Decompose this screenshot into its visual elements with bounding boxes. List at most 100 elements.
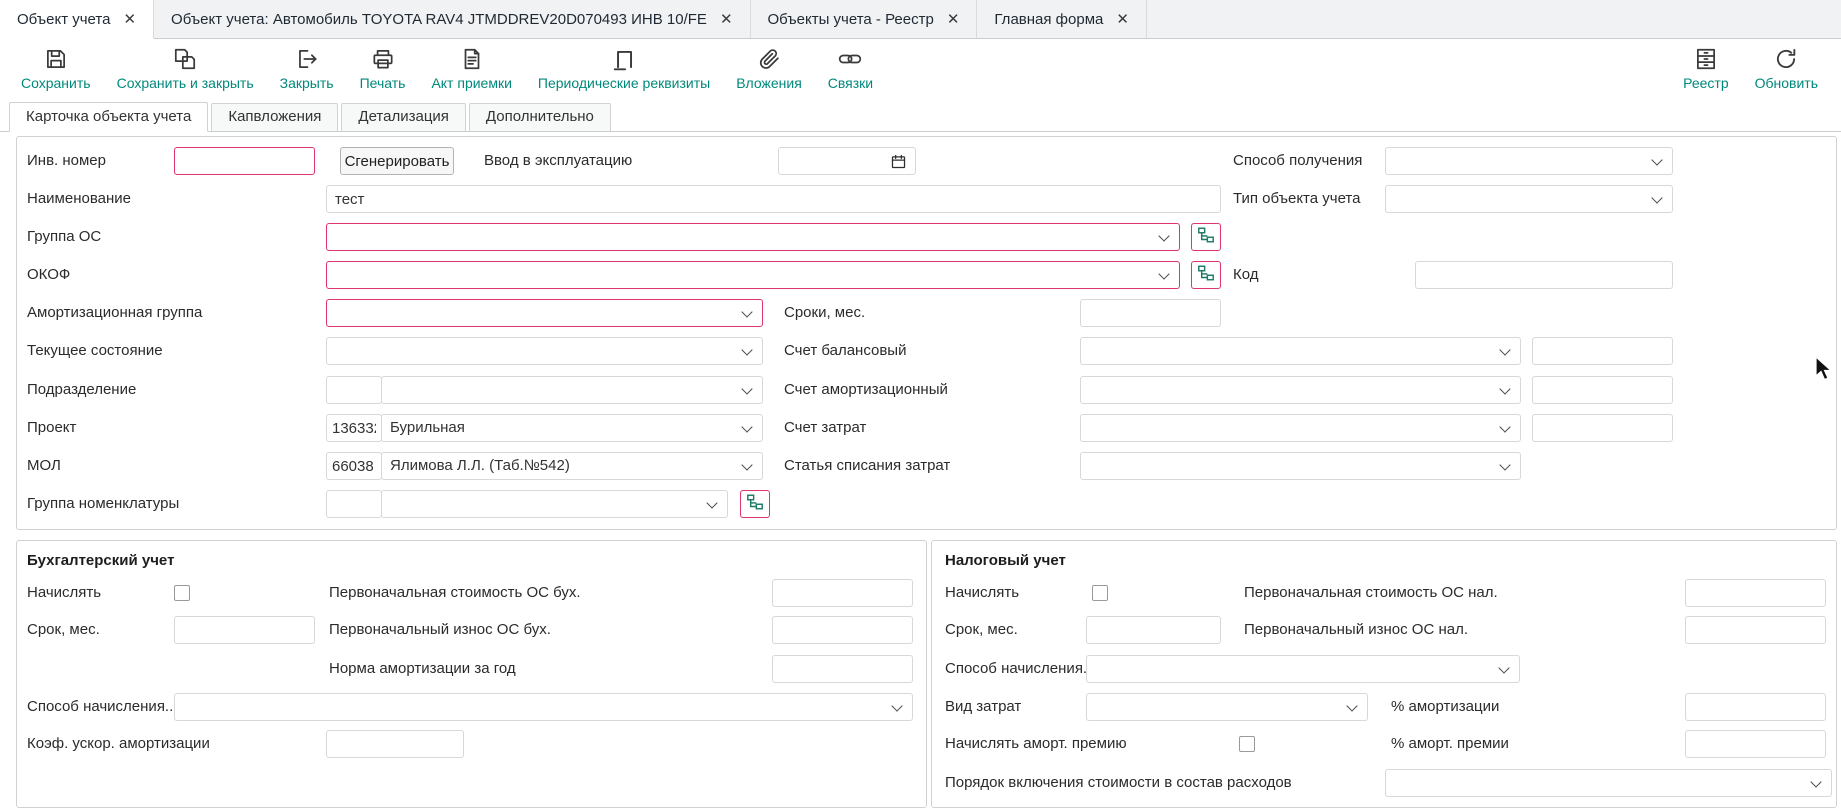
accounting-acceleration-input[interactable] [326, 730, 464, 758]
depreciation-group-select[interactable] [326, 299, 763, 327]
periodic-requisites-icon [611, 46, 637, 72]
writeoff-article-select[interactable] [1080, 452, 1521, 480]
accounting-panel-title: Бухгалтерский учет [27, 549, 174, 573]
division-label: Подразделение [27, 376, 136, 404]
tax-cost-type-select[interactable] [1086, 693, 1368, 721]
tree-icon [1197, 264, 1215, 286]
okof-select[interactable] [326, 261, 1180, 289]
object-type-select[interactable] [1385, 185, 1673, 213]
tab-objects-registry[interactable]: Объекты учета - Реестр ✕ [751, 0, 978, 38]
terms-months-input[interactable] [1080, 299, 1221, 327]
close-form-button[interactable]: Закрыть [267, 46, 347, 91]
os-group-tree-button[interactable] [1191, 223, 1221, 251]
project-label: Проект [27, 414, 76, 442]
nomenclature-code-input[interactable] [326, 490, 382, 518]
close-icon[interactable]: ✕ [947, 10, 960, 28]
exit-door-icon [294, 46, 320, 72]
tax-premium-pct-input[interactable] [1685, 730, 1826, 758]
print-button[interactable]: Печать [347, 46, 419, 91]
inv-number-input[interactable] [174, 147, 315, 175]
subtab-object-card[interactable]: Карточка объекта учета [9, 102, 208, 132]
save-icon [43, 46, 69, 72]
tax-premium-accrue-checkbox[interactable] [1239, 736, 1255, 752]
commissioning-date-input[interactable] [778, 147, 916, 175]
tab-object-toyota[interactable]: Объект учета: Автомобиль TOYOTA RAV4 JTM… [154, 0, 750, 38]
tax-initial-cost-input[interactable] [1685, 579, 1826, 607]
close-icon[interactable]: ✕ [720, 10, 733, 28]
project-select[interactable]: Бурильная [381, 414, 763, 442]
tax-premium-pct-label: % аморт. премии [1391, 730, 1509, 758]
attachments-button[interactable]: Вложения [723, 46, 815, 91]
calendar-icon[interactable] [890, 153, 907, 170]
generate-button[interactable]: Сгенерировать [340, 147, 454, 175]
nomenclature-group-select[interactable] [381, 490, 728, 518]
acceptance-act-button[interactable]: Акт приемки [418, 46, 524, 91]
tree-icon [746, 493, 764, 515]
okof-tree-button[interactable] [1191, 261, 1221, 289]
toolbar: Сохранить Сохранить и закрыть Закрыть Пе… [0, 39, 1841, 101]
tax-term-input[interactable] [1086, 616, 1221, 644]
division-code-input[interactable] [326, 376, 382, 404]
tab-main-form[interactable]: Главная форма ✕ [977, 0, 1147, 38]
project-code-input[interactable] [326, 414, 382, 442]
balance-account-select[interactable] [1080, 337, 1521, 365]
cost-account-extra-input[interactable] [1532, 414, 1673, 442]
tax-accrual-method-select[interactable] [1086, 655, 1520, 683]
cost-account-select[interactable] [1080, 414, 1521, 442]
nomenclature-group-label: Группа номенклатуры [27, 490, 179, 518]
tab-label: Объект учета: Автомобиль TOYOTA RAV4 JTM… [171, 11, 707, 28]
balance-account-extra-input[interactable] [1532, 337, 1673, 365]
tax-term-label: Срок, мес. [945, 616, 1018, 644]
tax-accrue-label: Начислять [945, 579, 1019, 607]
accounting-term-input[interactable] [174, 616, 315, 644]
depreciation-account-extra-input[interactable] [1532, 376, 1673, 404]
close-icon[interactable]: ✕ [123, 10, 136, 28]
tax-accrual-method-label: Способ начисления... [945, 655, 1095, 683]
save-and-close-button[interactable]: Сохранить и закрыть [104, 46, 267, 91]
mol-code-input[interactable] [326, 452, 382, 480]
tax-panel-title: Налоговый учет [945, 549, 1066, 573]
tab-object-card[interactable]: Объект учета ✕ [0, 0, 154, 39]
accounting-accrue-label: Начислять [27, 579, 101, 607]
subtab-details[interactable]: Детализация [341, 103, 466, 131]
tax-initial-wear-input[interactable] [1685, 616, 1826, 644]
commissioning-label: Ввод в эксплуатацию [484, 147, 632, 175]
refresh-button[interactable]: Обновить [1742, 46, 1831, 91]
code-input[interactable] [1415, 261, 1673, 289]
tax-inclusion-order-select[interactable] [1385, 769, 1832, 797]
accounting-initial-wear-input[interactable] [772, 616, 913, 644]
accounting-accrue-checkbox[interactable] [174, 585, 190, 601]
tax-accrue-checkbox[interactable] [1092, 585, 1108, 601]
nomenclature-tree-button[interactable] [740, 490, 770, 518]
depreciation-account-select[interactable] [1080, 376, 1521, 404]
name-input[interactable] [326, 185, 1221, 213]
subtab-additional[interactable]: Дополнительно [469, 103, 611, 131]
registry-button[interactable]: Реестр [1670, 46, 1742, 91]
periodic-requisites-button[interactable]: Периодические реквизиты [525, 46, 723, 91]
tab-label: Главная форма [994, 11, 1103, 28]
links-button[interactable]: Связки [815, 46, 886, 91]
tax-depreciation-pct-input[interactable] [1685, 693, 1826, 721]
tax-depreciation-pct-label: % амортизации [1391, 693, 1499, 721]
division-select[interactable] [381, 376, 763, 404]
current-state-select[interactable] [326, 337, 763, 365]
receipt-method-select[interactable] [1385, 147, 1673, 175]
name-label: Наименование [27, 185, 131, 213]
window-tab-bar: Объект учета ✕ Объект учета: Автомобиль … [0, 0, 1841, 39]
accounting-year-rate-input[interactable] [772, 655, 913, 683]
os-group-select[interactable] [326, 223, 1180, 251]
close-icon[interactable]: ✕ [1116, 10, 1129, 28]
tab-label: Объекты учета - Реестр [768, 11, 934, 28]
refresh-icon [1773, 46, 1799, 72]
depreciation-group-label: Амортизационная группа [27, 299, 202, 327]
accounting-year-rate-label: Норма амортизации за год [329, 655, 516, 683]
chain-links-icon [837, 46, 863, 72]
mol-select[interactable]: Ялимова Л.Л. (Таб.№542) [381, 452, 763, 480]
accounting-initial-cost-input[interactable] [772, 579, 913, 607]
subtab-capex[interactable]: Капвложения [211, 103, 338, 131]
accounting-accrual-method-select[interactable] [174, 693, 913, 721]
terms-months-label: Сроки, мес. [784, 299, 865, 327]
tree-icon [1197, 226, 1215, 248]
document-icon [459, 46, 485, 72]
save-button[interactable]: Сохранить [8, 46, 104, 91]
